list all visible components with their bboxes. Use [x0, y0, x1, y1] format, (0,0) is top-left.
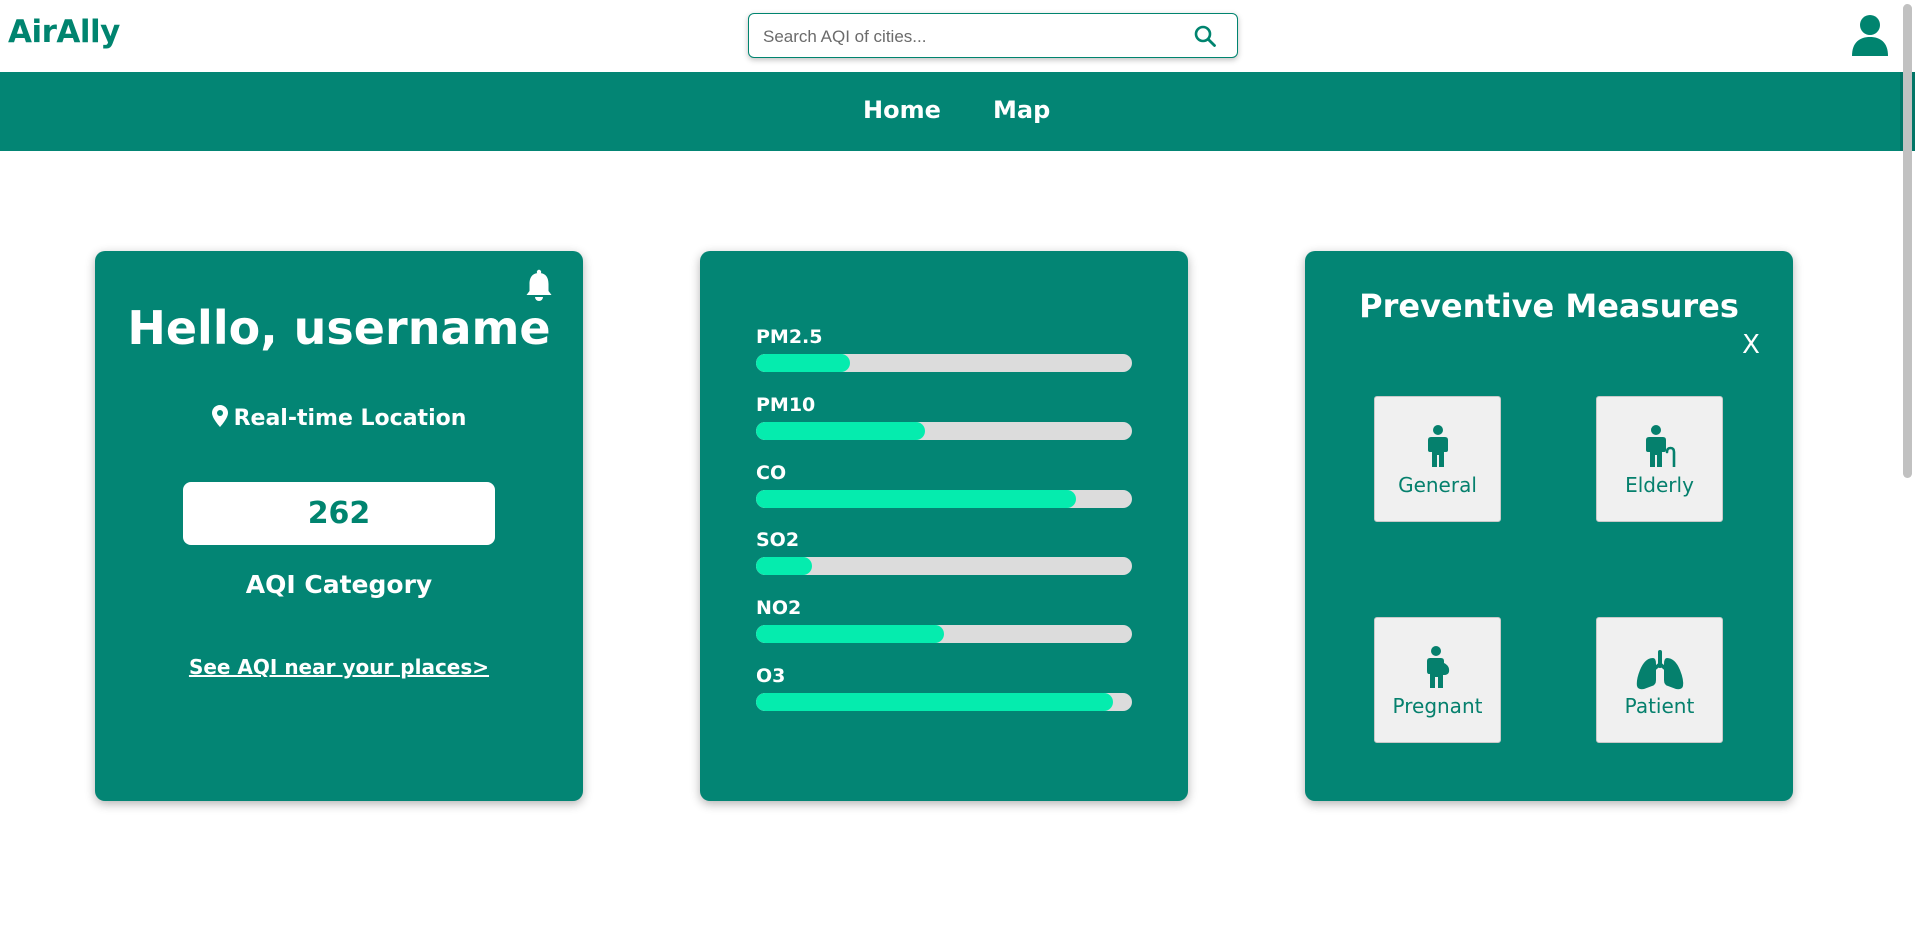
pregnant-person-icon: [1426, 646, 1449, 688]
lungs-icon: [1636, 650, 1683, 690]
person-icon: [1427, 425, 1448, 467]
pollutant-label: PM10: [756, 394, 816, 416]
bell-icon[interactable]: [524, 269, 554, 303]
main-nav: Home Map: [0, 72, 1915, 151]
pollutant-bar-track: [756, 557, 1132, 575]
brand-logo[interactable]: AirAlly: [8, 14, 120, 50]
user-icon[interactable]: [1850, 14, 1890, 56]
preventive-measures-title: Preventive Measures: [1359, 287, 1739, 325]
pollutant-row: CO: [756, 462, 1132, 514]
scrollbar-thumb[interactable]: [1903, 4, 1912, 478]
aqi-category: AQI Category: [245, 570, 433, 599]
pollutant-bar-fill: [756, 693, 1114, 711]
pollutant-label: NO2: [756, 597, 802, 619]
pollutant-bar-track: [756, 422, 1132, 440]
greeting-heading: Hello, username: [127, 301, 551, 355]
pollutant-row: O3: [756, 665, 1132, 717]
pollutant-bar-fill: [756, 557, 813, 575]
tile-patient[interactable]: Patient: [1596, 617, 1723, 743]
pollutant-label: PM2.5: [756, 326, 823, 348]
pollutant-label: CO: [756, 462, 787, 484]
pollutant-bar-track: [756, 490, 1132, 508]
see-aqi-near-link[interactable]: See AQI near your places>: [95, 655, 583, 679]
pollutant-bar-track: [756, 354, 1132, 372]
location-pin-icon: [211, 405, 228, 427]
pollutant-bar-track: [756, 625, 1132, 643]
pollutant-row: NO2: [756, 597, 1132, 649]
aqi-value-box: 262: [183, 482, 495, 545]
pollutant-bar-fill: [756, 490, 1076, 508]
nav-map[interactable]: Map: [993, 96, 1050, 124]
preventive-measures-card: Preventive Measures X General Elderly Pr…: [1305, 251, 1793, 801]
tile-general[interactable]: General: [1374, 396, 1501, 522]
tile-label: Elderly: [1625, 473, 1694, 497]
realtime-location[interactable]: Real-time Location: [95, 405, 583, 431]
greeting-card: Hello, username Real-time Location 262 A…: [95, 251, 583, 801]
pollutants-card: PM2.5 PM10 CO SO2 NO2 O3: [700, 251, 1188, 801]
pollutant-row: SO2: [756, 529, 1132, 581]
location-label: Real-time Location: [233, 406, 467, 431]
pollutant-row: PM2.5: [756, 326, 1132, 378]
top-header: AirAlly: [0, 0, 1915, 72]
tile-label: Pregnant: [1392, 694, 1483, 718]
pollutant-label: O3: [756, 665, 786, 687]
search-icon[interactable]: [1193, 24, 1217, 48]
tile-pregnant[interactable]: Pregnant: [1374, 617, 1501, 743]
tile-label: Patient: [1624, 694, 1695, 718]
pollutant-bar-fill: [756, 625, 944, 643]
pollutant-bar-fill: [756, 354, 850, 372]
nav-home[interactable]: Home: [863, 96, 941, 124]
elderly-person-icon: [1645, 425, 1675, 467]
search-input[interactable]: [761, 23, 1165, 51]
tile-label: General: [1398, 473, 1477, 497]
pollutant-label: SO2: [756, 529, 800, 551]
tile-elderly[interactable]: Elderly: [1596, 396, 1723, 522]
pollutant-bar-fill: [756, 422, 926, 440]
pollutant-bar-track: [756, 693, 1132, 711]
pollutant-row: PM10: [756, 394, 1132, 446]
search-bar: [748, 13, 1238, 58]
close-icon[interactable]: X: [1737, 331, 1765, 359]
